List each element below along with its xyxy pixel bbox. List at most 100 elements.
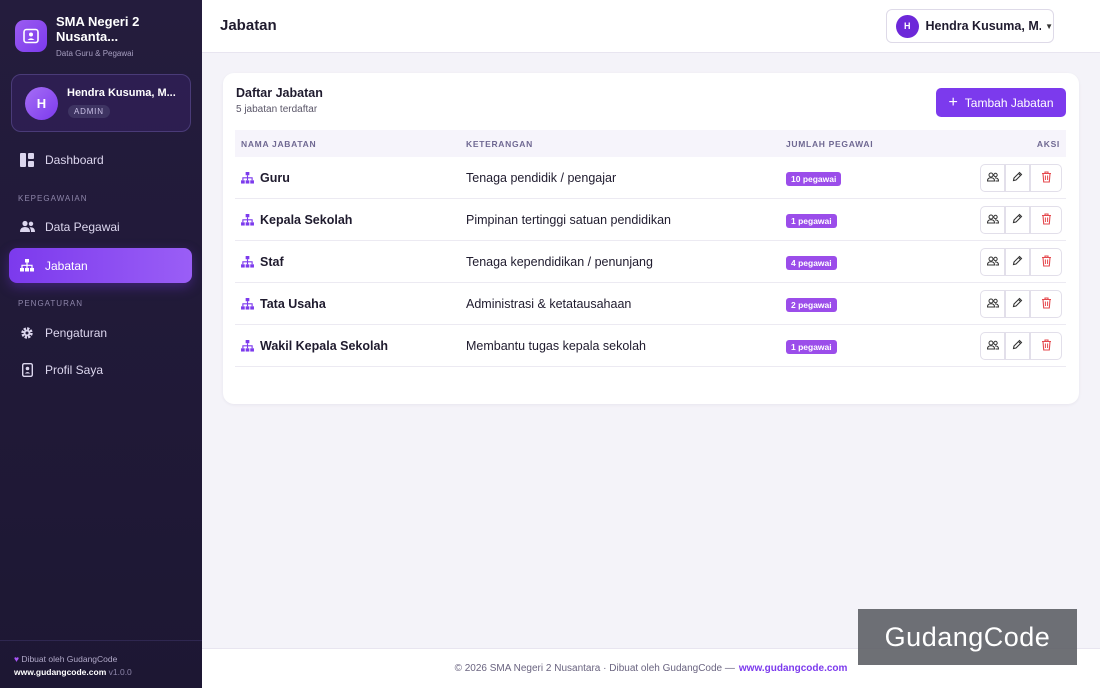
users-icon <box>986 255 999 269</box>
employee-count-badge: 4 pegawai <box>786 256 837 270</box>
edit-button[interactable] <box>1005 164 1030 192</box>
jabatan-card: Daftar Jabatan 5 jabatan terdaftar + Tam… <box>223 73 1079 404</box>
user-card[interactable]: H Hendra Kusuma, M... ADMIN <box>11 74 191 132</box>
jabatan-name: Guru <box>260 171 290 185</box>
sitemap-icon <box>241 340 254 353</box>
table-header: NAMA JABATAN KETERANGAN JUMLAH PEGAWAI A… <box>235 130 1066 157</box>
watermark: GudangCode <box>858 609 1077 665</box>
brand-subtitle: Data Guru & Pegawai <box>56 49 134 58</box>
avatar: H <box>896 14 919 38</box>
sidebar-item-label: Profil Saya <box>45 362 104 377</box>
table-row: Wakil Kepala Sekolah Membantu tugas kepa… <box>235 325 1066 367</box>
pencil-icon <box>1012 297 1023 311</box>
employee-count-badge: 2 pegawai <box>786 298 837 312</box>
jabatan-description: Administrasi & ketatausahaan <box>466 297 632 311</box>
sidebar-item-profil[interactable]: Profil Saya <box>9 352 192 387</box>
edit-button[interactable] <box>1005 206 1030 234</box>
gear-icon <box>19 325 35 341</box>
delete-button[interactable] <box>1030 164 1062 192</box>
column-header-name: NAMA JABATAN <box>241 139 317 149</box>
trash-icon <box>1041 296 1052 312</box>
table-row: Kepala Sekolah Pimpinan tertinggi satuan… <box>235 199 1066 241</box>
employee-count-badge: 1 pegawai <box>786 214 837 228</box>
trash-icon <box>1041 338 1052 354</box>
employee-count-badge: 1 pegawai <box>786 340 837 354</box>
jabatan-name: Kepala Sekolah <box>260 213 353 227</box>
user-menu-name: Hendra Kusuma, M.P... <box>925 19 1042 33</box>
sidebar-item-pengaturan[interactable]: Pengaturan <box>9 315 192 350</box>
trash-icon <box>1041 212 1052 228</box>
section-pengaturan: PENGATURAN <box>18 299 83 308</box>
sidebar-item-jabatan[interactable]: Jabatan <box>9 248 192 283</box>
users-icon <box>986 297 999 311</box>
card-title: Daftar Jabatan <box>236 86 323 100</box>
user-menu-dropdown[interactable]: H Hendra Kusuma, M.P... ▼ <box>886 9 1054 43</box>
users-icon <box>986 171 999 185</box>
edit-button[interactable] <box>1005 248 1030 276</box>
sitemap-icon <box>241 298 254 311</box>
top-bar: Jabatan H Hendra Kusuma, M.P... ▼ <box>202 0 1100 53</box>
brand-name: SMA Negeri 2 Nusanta... <box>56 14 140 44</box>
pencil-icon <box>1012 171 1023 185</box>
avatar: H <box>25 87 58 120</box>
column-header-desc: KETERANGAN <box>466 139 533 149</box>
sidebar-item-label: Pengaturan <box>45 325 108 340</box>
delete-button[interactable] <box>1030 248 1062 276</box>
id-badge-icon <box>19 362 35 378</box>
delete-button[interactable] <box>1030 206 1062 234</box>
row-actions <box>980 206 1062 234</box>
jabatan-description: Pimpinan tertinggi satuan pendidikan <box>466 213 671 227</box>
view-employees-button[interactable] <box>980 164 1005 192</box>
user-name: Hendra Kusuma, M... <box>67 87 176 99</box>
edit-button[interactable] <box>1005 332 1030 360</box>
sitemap-icon <box>241 256 254 269</box>
app-version: v1.0.0 <box>108 667 132 677</box>
footer-link[interactable]: www.gudangcode.com <box>739 663 848 674</box>
pencil-icon <box>1012 339 1023 353</box>
plus-icon: + <box>948 93 958 111</box>
section-kepegawaian: KEPEGAWAIAN <box>18 194 88 203</box>
table-row: Staf Tenaga kependidikan / penunjang 4 p… <box>235 241 1066 283</box>
view-employees-button[interactable] <box>980 248 1005 276</box>
jabatan-name: Tata Usaha <box>260 297 326 311</box>
jabatan-name: Staf <box>260 255 284 269</box>
users-icon <box>19 219 35 235</box>
view-employees-button[interactable] <box>980 206 1005 234</box>
brand[interactable]: SMA Negeri 2 Nusanta... Data Guru & Pega… <box>15 14 176 58</box>
pencil-icon <box>1012 213 1023 227</box>
heart-icon: ♥ <box>14 654 20 664</box>
footer-url-link[interactable]: www.gudangcode.com <box>14 667 106 677</box>
jabatan-description: Tenaga kependidikan / penunjang <box>466 255 653 269</box>
row-actions <box>980 332 1062 360</box>
edit-button[interactable] <box>1005 290 1030 318</box>
role-badge: ADMIN <box>68 105 110 118</box>
page-title: Jabatan <box>220 17 277 34</box>
footer-credit: Dibuat oleh GudangCode <box>21 654 118 664</box>
users-icon <box>986 339 999 353</box>
view-employees-button[interactable] <box>980 332 1005 360</box>
delete-button[interactable] <box>1030 332 1062 360</box>
sidebar-item-dashboard[interactable]: Dashboard <box>9 142 192 177</box>
sidebar-item-data-pegawai[interactable]: Data Pegawai <box>9 209 192 244</box>
footer-text: © 2026 SMA Negeri 2 Nusantara · Dibuat o… <box>454 663 735 674</box>
add-button-label: Tambah Jabatan <box>964 95 1054 110</box>
dashboard-icon <box>19 152 35 168</box>
sidebar-item-label: Jabatan <box>45 258 88 273</box>
caret-down-icon: ▼ <box>1045 21 1053 31</box>
jabatan-description: Membantu tugas kepala sekolah <box>466 339 646 353</box>
sitemap-icon <box>19 258 35 274</box>
jabatan-name: Wakil Kepala Sekolah <box>260 339 389 353</box>
table-row: Tata Usaha Administrasi & ketatausahaan … <box>235 283 1066 325</box>
sitemap-icon <box>241 214 254 227</box>
view-employees-button[interactable] <box>980 290 1005 318</box>
add-jabatan-button[interactable]: + Tambah Jabatan <box>936 88 1066 117</box>
delete-button[interactable] <box>1030 290 1062 318</box>
trash-icon <box>1041 170 1052 186</box>
trash-icon <box>1041 254 1052 270</box>
sidebar-item-label: Data Pegawai <box>45 219 120 234</box>
sitemap-icon <box>241 172 254 185</box>
sidebar: SMA Negeri 2 Nusanta... Data Guru & Pega… <box>0 0 202 688</box>
row-actions <box>980 248 1062 276</box>
pencil-icon <box>1012 255 1023 269</box>
school-logo-icon <box>15 20 47 52</box>
